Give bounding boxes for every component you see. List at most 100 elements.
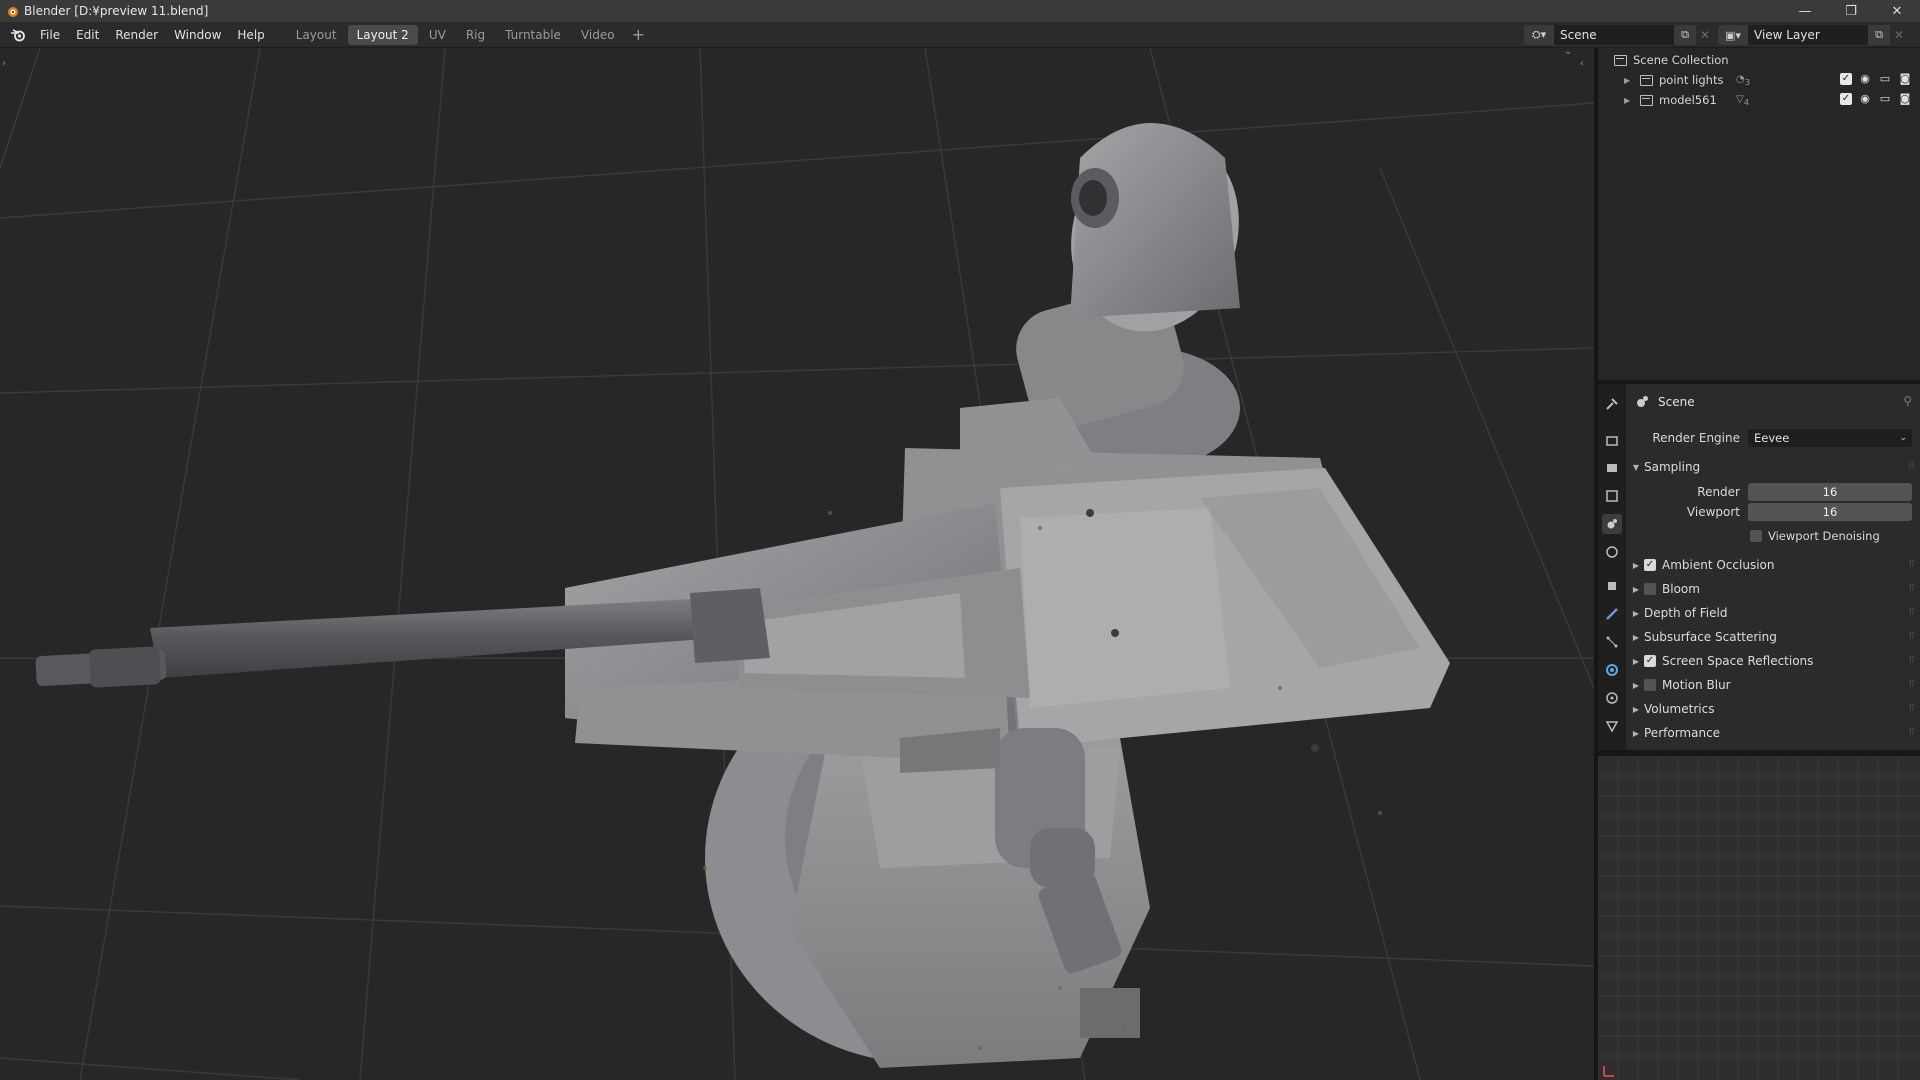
panel-ambient-occlusion[interactable]: ▶ ✓ Ambient Occlusion ⠿ xyxy=(1626,554,1920,576)
motion-blur-checkbox[interactable] xyxy=(1644,679,1656,691)
scene-collection-row[interactable]: Scene Collection xyxy=(1598,50,1920,70)
camera-icon[interactable]: ◙ xyxy=(1898,93,1912,105)
viewport-samples-field[interactable]: 16 xyxy=(1748,503,1912,521)
panel-screen-space-reflections[interactable]: ▶ ✓ Screen Space Reflections ⠿ xyxy=(1626,650,1920,672)
view-layer-tab-icon[interactable] xyxy=(1602,486,1622,506)
monitor-icon[interactable]: ▭ xyxy=(1878,93,1892,105)
outliner-item-label: model561 xyxy=(1659,93,1717,107)
delete-view-layer-icon[interactable]: ✕ xyxy=(1890,25,1908,45)
exclude-checkbox[interactable]: ✓ xyxy=(1840,93,1852,105)
drag-handle-icon[interactable]: ⠿ xyxy=(1908,656,1915,666)
tab-uv[interactable]: UV xyxy=(420,25,455,45)
menu-window[interactable]: Window xyxy=(166,22,229,48)
drag-handle-icon[interactable]: ⠿ xyxy=(1908,704,1915,714)
bottom-editor-grid[interactable] xyxy=(1598,756,1920,1080)
outliner-item-point-lights[interactable]: ▶ point lights ◔3 ✓ ◉ ▭ ◙ xyxy=(1598,70,1920,90)
drag-handle-icon[interactable]: ⠿ xyxy=(1908,680,1915,690)
menu-edit[interactable]: Edit xyxy=(68,22,107,48)
ambient-occlusion-checkbox[interactable]: ✓ xyxy=(1644,559,1656,571)
viewport-denoising-row[interactable]: Viewport Denoising xyxy=(1626,524,1920,548)
eye-icon[interactable]: ◉ xyxy=(1858,73,1872,85)
panel-motion-blur[interactable]: ▶ Motion Blur ⠿ xyxy=(1626,674,1920,696)
render-engine-value: Eevee xyxy=(1754,431,1790,445)
data-tab-icon[interactable] xyxy=(1602,716,1622,736)
view-layer-field[interactable]: View Layer xyxy=(1748,25,1868,45)
panel-performance[interactable]: ▶ Performance ⠿ xyxy=(1626,722,1920,744)
eye-icon[interactable]: ◉ xyxy=(1858,93,1872,105)
new-scene-icon[interactable]: ⧉ xyxy=(1674,25,1696,45)
panel-volumetrics[interactable]: ▶ Volumetrics ⠿ xyxy=(1626,698,1920,720)
render-engine-row: Render Engine Eevee ⌄ xyxy=(1626,426,1920,450)
object-tab-icon[interactable] xyxy=(1602,576,1622,596)
properties-title: Scene xyxy=(1658,395,1695,409)
expand-arrow-icon: ▶ xyxy=(1632,656,1640,666)
tab-layout[interactable]: Layout xyxy=(287,25,346,45)
panel-sampling[interactable]: ▼ Sampling ⠿ xyxy=(1626,456,1920,478)
scene-tab-icon[interactable] xyxy=(1602,514,1622,534)
restore-button[interactable]: ❐ xyxy=(1828,0,1874,22)
expand-arrow-icon[interactable]: ▶ xyxy=(1624,76,1634,85)
toolbar-toggle-icon[interactable]: › xyxy=(2,58,6,69)
panel-subsurface-scattering[interactable]: ▶ Subsurface Scattering ⠿ xyxy=(1626,626,1920,648)
top-bar: File Edit Render Window Help Layout Layo… xyxy=(0,22,1920,48)
output-tab-icon[interactable] xyxy=(1602,458,1622,478)
3d-viewport[interactable]: › ‹ ⌄ xyxy=(0,48,1594,1080)
pin-icon[interactable]: ⚲ xyxy=(1903,394,1912,408)
drag-handle-icon[interactable]: ⠿ xyxy=(1908,728,1915,738)
screen-space-reflections-checkbox[interactable]: ✓ xyxy=(1644,655,1656,667)
render-samples-field[interactable]: 16 xyxy=(1748,483,1912,501)
expand-arrow-icon: ▶ xyxy=(1632,560,1640,570)
expand-arrow-icon: ▶ xyxy=(1632,680,1640,690)
title-bar: Blender [D:¥preview 11.blend] — ❐ ✕ xyxy=(0,0,1920,22)
viewport-denoising-label: Viewport Denoising xyxy=(1768,529,1880,543)
render-engine-dropdown[interactable]: Eevee ⌄ xyxy=(1748,429,1912,447)
minimize-button[interactable]: — xyxy=(1782,0,1828,22)
blender-logo-icon[interactable] xyxy=(8,25,28,45)
modifier-tab-icon[interactable] xyxy=(1602,604,1622,624)
tab-layout-2[interactable]: Layout 2 xyxy=(347,24,418,45)
menu-render[interactable]: Render xyxy=(107,22,166,48)
panel-bloom[interactable]: ▶ Bloom ⠿ xyxy=(1626,578,1920,600)
render-tab-icon[interactable] xyxy=(1602,430,1622,450)
exclude-checkbox[interactable]: ✓ xyxy=(1840,73,1852,85)
sampling-render-label: Render xyxy=(1697,485,1740,499)
physics-tab-icon[interactable] xyxy=(1602,660,1622,680)
drag-handle-icon[interactable]: ⠿ xyxy=(1908,584,1915,594)
viewport-denoising-checkbox[interactable] xyxy=(1750,530,1762,542)
expand-arrow-icon[interactable]: ▶ xyxy=(1624,96,1634,105)
bloom-checkbox[interactable] xyxy=(1644,583,1656,595)
tool-tab-icon[interactable] xyxy=(1602,394,1622,414)
outliner-item-model561[interactable]: ▶ model561 ▽4 ✓ ◉ ▭ ◙ xyxy=(1598,90,1920,110)
constraints-tab-icon[interactable] xyxy=(1602,688,1622,708)
close-button[interactable]: ✕ xyxy=(1874,0,1920,22)
expand-arrow-icon: ▶ xyxy=(1632,728,1640,738)
view-layer-browse-icon[interactable]: ▣▾ xyxy=(1718,25,1748,45)
header-collapse-icon[interactable]: ⌄ xyxy=(1564,48,1572,57)
new-view-layer-icon[interactable]: ⧉ xyxy=(1868,25,1890,45)
world-tab-icon[interactable] xyxy=(1602,542,1622,562)
scene-browse-icon[interactable]: ⛭▾ xyxy=(1524,25,1554,45)
expand-arrow-icon: ▶ xyxy=(1632,584,1640,594)
chevron-down-icon: ⌄ xyxy=(1899,433,1907,443)
panel-depth-of-field[interactable]: ▶ Depth of Field ⠿ xyxy=(1626,602,1920,624)
collection-icon xyxy=(1640,94,1653,106)
particles-tab-icon[interactable] xyxy=(1602,632,1622,652)
tab-turntable[interactable]: Turntable xyxy=(496,25,570,45)
delete-scene-icon[interactable]: ✕ xyxy=(1696,25,1714,45)
drag-handle-icon[interactable]: ⠿ xyxy=(1908,608,1915,618)
menu-help[interactable]: Help xyxy=(229,22,272,48)
sidebar-toggle-icon[interactable]: ‹ xyxy=(1580,58,1584,69)
drag-handle-icon[interactable]: ⠿ xyxy=(1908,632,1915,642)
tab-video[interactable]: Video xyxy=(572,25,624,45)
monitor-icon[interactable]: ▭ xyxy=(1878,73,1892,85)
camera-icon[interactable]: ◙ xyxy=(1898,73,1912,85)
add-workspace-button[interactable]: + xyxy=(626,25,651,44)
collection-icon xyxy=(1640,74,1653,86)
tab-rig[interactable]: Rig xyxy=(457,25,494,45)
scene-selector: ⛭▾ Scene ⧉ ✕ ▣▾ View Layer ⧉ ✕ xyxy=(1524,25,1908,45)
drag-handle-icon[interactable]: ⠿ xyxy=(1908,462,1915,472)
menu-file[interactable]: File xyxy=(32,22,68,48)
editor-grid xyxy=(1598,756,1920,1080)
scene-name-field[interactable]: Scene xyxy=(1554,25,1674,45)
drag-handle-icon[interactable]: ⠿ xyxy=(1908,560,1915,570)
